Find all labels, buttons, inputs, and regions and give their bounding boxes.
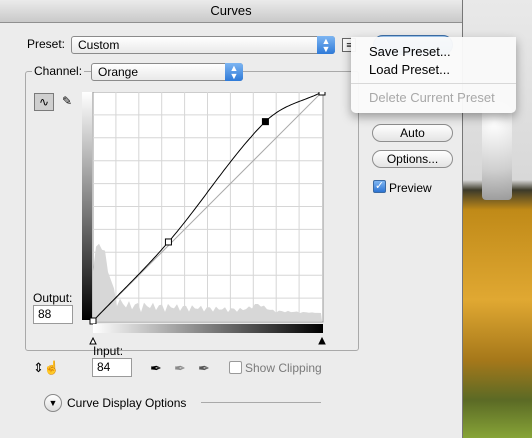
options-button[interactable]: Options... xyxy=(372,150,453,168)
separator xyxy=(201,402,321,403)
menu-item-load-preset[interactable]: Load Preset... xyxy=(351,61,516,79)
auto-button[interactable]: Auto xyxy=(372,124,453,142)
select-arrows-icon: ▲ ▼ xyxy=(225,63,243,81)
curve-point[interactable] xyxy=(164,238,172,246)
menu-item-save-preset[interactable]: Save Preset... xyxy=(351,43,516,61)
curve-point[interactable] xyxy=(89,317,97,325)
show-clipping-checkbox[interactable] xyxy=(229,361,242,374)
output-field[interactable]: 88 xyxy=(33,305,73,324)
curve-display-options-label[interactable]: Curve Display Options xyxy=(67,396,186,410)
output-label: Output: xyxy=(33,291,73,305)
menu-item-delete-current-preset[interactable]: Delete Current Preset xyxy=(351,89,516,107)
preset-select[interactable]: Custom ▲ ▼ xyxy=(71,36,335,54)
channel-select[interactable]: Orange ▲ ▼ xyxy=(91,63,243,81)
menu-separator xyxy=(351,83,516,84)
black-eyedropper-icon[interactable]: ✒ xyxy=(150,360,162,377)
white-point-slider-icon[interactable] xyxy=(318,336,326,345)
pencil-tool-icon[interactable]: ✎ xyxy=(57,93,77,111)
preview-checkbox[interactable]: ✓ xyxy=(373,180,386,193)
curve-graph[interactable] xyxy=(82,92,330,348)
preset-options-menu: Save Preset... Load Preset... Delete Cur… xyxy=(351,37,516,113)
channel-value: Orange xyxy=(98,65,139,79)
window-title: Curves xyxy=(0,0,462,23)
preset-value: Custom xyxy=(78,38,120,52)
input-gradient-bar xyxy=(93,324,323,333)
curve-point[interactable] xyxy=(261,118,269,126)
curve-tool-icon[interactable]: ∿ xyxy=(34,93,54,111)
input-label: Input: xyxy=(93,344,124,358)
show-clipping-label: Show Clipping xyxy=(245,361,322,375)
white-eyedropper-icon[interactable]: ✒ xyxy=(198,360,210,377)
select-arrows-icon: ▲ ▼ xyxy=(317,36,335,54)
preview-label: Preview xyxy=(389,181,432,195)
curve-point[interactable] xyxy=(318,92,326,96)
disclosure-triangle-icon[interactable]: ▼ xyxy=(44,394,62,412)
output-gradient-bar xyxy=(82,92,92,320)
preset-label: Preset: xyxy=(27,37,66,51)
gray-eyedropper-icon[interactable]: ✒ xyxy=(174,360,186,377)
target-adjustment-hand-icon[interactable]: ⇕☝ xyxy=(33,360,60,376)
input-field[interactable]: 84 xyxy=(92,358,132,377)
channel-label: Channel: xyxy=(32,64,85,78)
